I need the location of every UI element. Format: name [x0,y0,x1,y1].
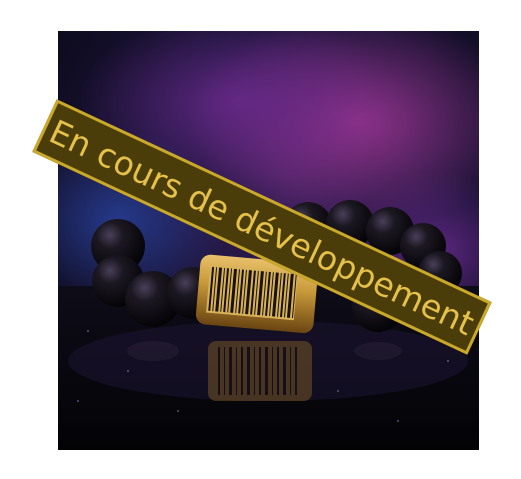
page: En cours de développement [0,0,521,479]
